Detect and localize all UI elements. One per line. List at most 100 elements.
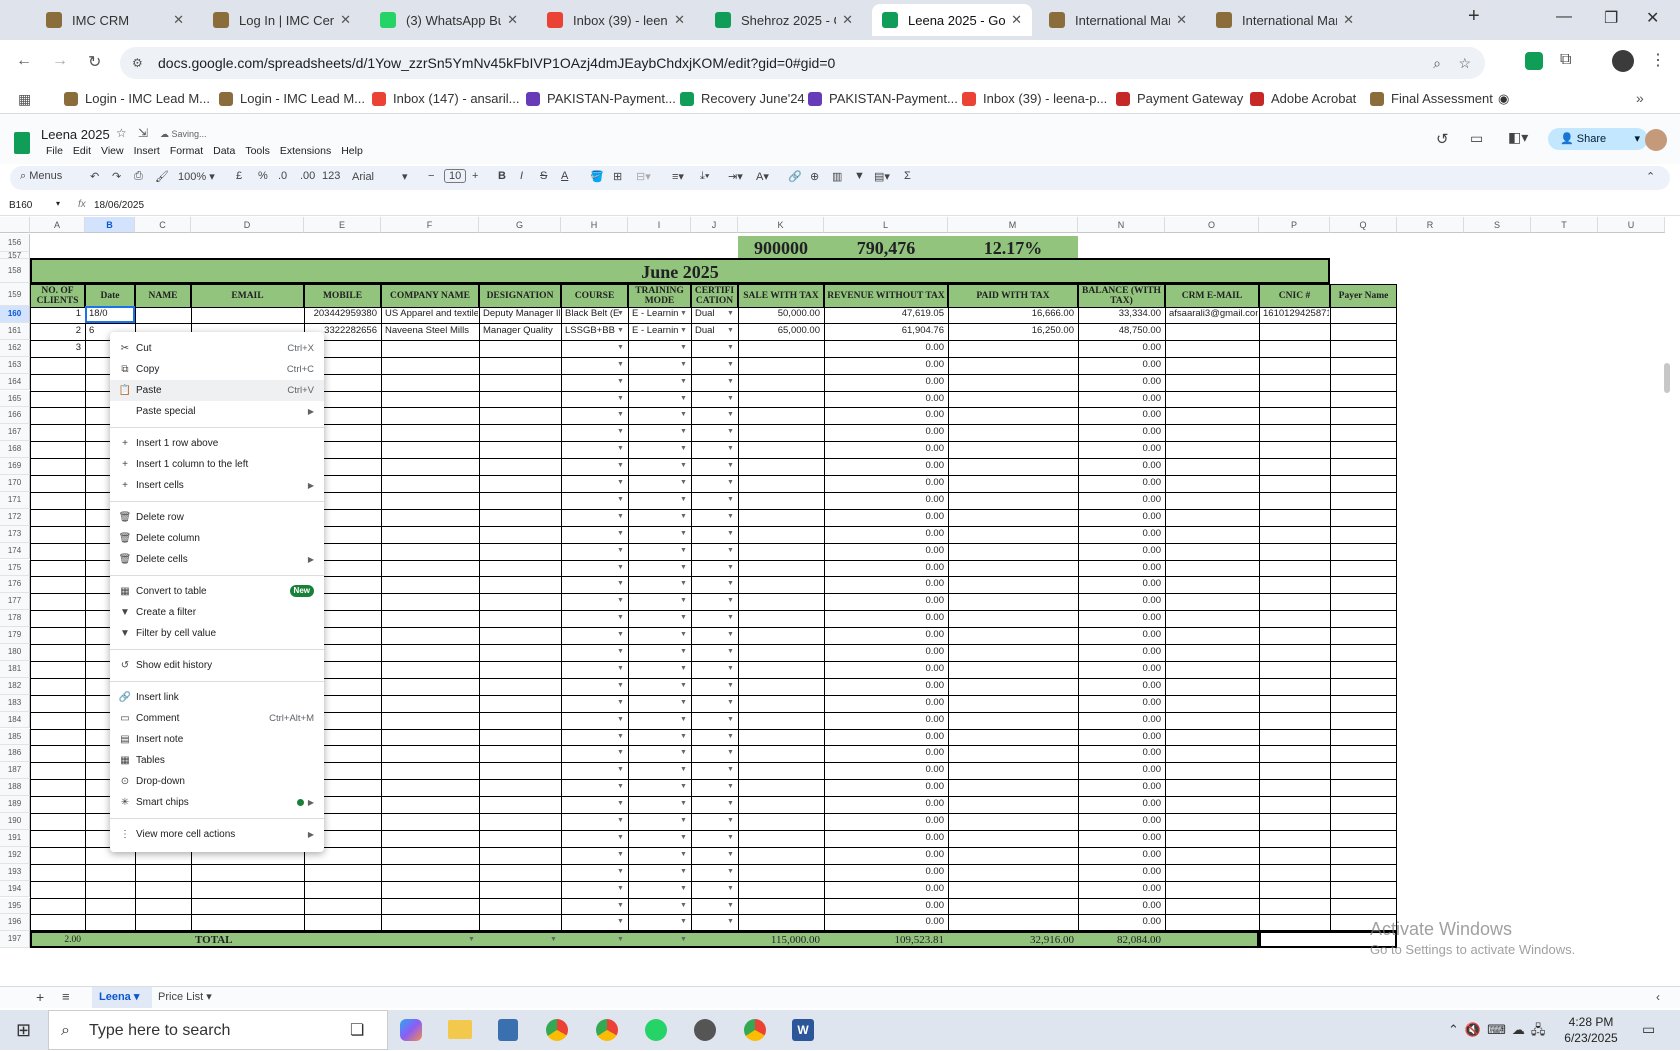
browser-tab[interactable]: Log In | IMC Certific ✕ [203,4,361,36]
cell[interactable]: 0.00 [1079,357,1164,374]
decrease-decimal-button[interactable]: .0 [278,170,287,182]
total-cell[interactable]: 82,084.00 [1079,932,1164,948]
dropdown-arrow-icon[interactable]: ▼ [617,395,624,402]
column-title[interactable]: NO. OF CLIENTS [30,284,85,308]
column-header-h[interactable]: H [561,217,628,233]
cell[interactable]: 0.00 [825,847,947,864]
cell[interactable]: 0.00 [1079,492,1164,509]
menu-item-delete-row[interactable]: 🗑 Delete row [110,507,324,528]
cell[interactable]: 0.00 [825,644,947,661]
zoom-select[interactable]: 100% ▾ [178,170,215,183]
copilot-icon[interactable] [400,1019,422,1041]
reload-icon[interactable]: ↻ [88,52,101,72]
cell[interactable]: 0.00 [1079,509,1164,526]
puzzle-icon[interactable]: ⧉ [1560,51,1571,69]
column-title[interactable]: CNIC # [1259,284,1330,308]
row-header[interactable]: 162 [0,339,30,357]
cell[interactable]: 0.00 [825,864,947,881]
column-header-q[interactable]: Q [1330,217,1397,233]
dropdown-arrow-icon[interactable]: ▼ [680,597,687,604]
cell[interactable]: 0.00 [1079,526,1164,543]
total-cell[interactable]: 32,916.00 [949,932,1077,948]
cell[interactable]: 0.00 [825,391,947,408]
cell[interactable]: 0.00 [825,796,947,813]
menu-help[interactable]: Help [336,145,368,157]
tab-close-icon[interactable]: ✕ [340,12,351,28]
row-header[interactable]: 180 [0,644,30,661]
cell[interactable]: 0.00 [825,661,947,678]
dropdown-arrow-icon[interactable]: ▼ [727,682,734,689]
dropdown-arrow-icon[interactable]: ▼ [617,445,624,452]
cell[interactable]: 0.00 [1079,627,1164,644]
dropdown-arrow-icon[interactable]: ▼ [680,665,687,672]
dropdown-arrow-icon[interactable]: ▼ [727,716,734,723]
file-explorer-icon[interactable] [448,1020,472,1039]
dropdown-arrow-icon[interactable]: ▼ [680,580,687,587]
dropdown-arrow-icon[interactable]: ▼ [617,817,624,824]
menu-item-show-edit-history[interactable]: ↺ Show edit history [110,655,324,676]
comments-icon[interactable]: ▭ [1470,130,1483,147]
row-header[interactable]: 168 [0,441,30,459]
tab-close-icon[interactable]: ✕ [1176,12,1187,28]
dropdown-arrow-icon[interactable]: ▼ [617,682,624,689]
dropdown-arrow-icon[interactable]: ▼ [680,462,687,469]
dropdown-arrow-icon[interactable]: ▼ [680,327,687,334]
menu-item-more-cell-actions[interactable]: ⋮ View more cell actions ▶ [110,824,324,845]
cell[interactable] [1260,340,1329,357]
dropdown-arrow-icon[interactable]: ▼ [727,648,734,655]
column-header-i[interactable]: I [628,217,691,233]
dropdown-arrow-icon[interactable]: ▼ [617,597,624,604]
cell[interactable]: 0.00 [1079,610,1164,627]
cell[interactable]: 0.00 [825,509,947,526]
column-header-c[interactable]: C [135,217,191,233]
cell[interactable]: 61,904.76 [825,323,947,340]
tray-icons[interactable]: ⌃🔇⌨☁🖧 [1448,1021,1551,1043]
menu-item-delete-cells[interactable]: 🗑 Delete cells ▶ [110,549,324,570]
wrap-icon[interactable]: ⇥▾ [728,170,743,183]
forward-icon[interactable]: → [52,52,68,70]
dropdown-arrow-icon[interactable]: ▼ [550,936,557,943]
minimize-icon[interactable]: — [1556,8,1572,26]
menu-view[interactable]: View [96,145,129,157]
font-size-input[interactable]: 10 [444,169,467,183]
cell[interactable]: 0.00 [825,678,947,695]
browser-tab[interactable]: Shehroz 2025 - Goo ✕ [705,4,863,36]
dropdown-arrow-icon[interactable]: ▼ [680,428,687,435]
cell[interactable]: 50,000.00 [739,306,823,323]
dropdown-arrow-icon[interactable]: ▼ [680,378,687,385]
cell[interactable]: 0.00 [825,813,947,830]
dropdown-arrow-icon[interactable]: ▼ [468,936,475,943]
cell[interactable]: 0.00 [825,610,947,627]
column-header-g[interactable]: G [479,217,561,233]
cell[interactable]: 0.00 [1079,745,1164,762]
dropdown-arrow-icon[interactable]: ▼ [680,766,687,773]
cell[interactable] [1260,323,1329,340]
cell[interactable]: 0.00 [825,407,947,424]
column-title[interactable]: DESIGNATION [479,284,561,308]
cell[interactable]: 0.00 [825,914,947,931]
dropdown-arrow-icon[interactable]: ▼ [617,716,624,723]
dropdown-arrow-icon[interactable]: ▼ [727,817,734,824]
column-header-p[interactable]: P [1259,217,1330,233]
cell[interactable]: 0.00 [825,627,947,644]
vertical-scrollbar[interactable] [1664,363,1670,393]
cell[interactable]: 0.00 [825,374,947,391]
row-header[interactable]: 157 [0,252,30,260]
history-icon[interactable]: ↺ [1436,130,1449,148]
cell[interactable]: 0.00 [825,779,947,796]
dropdown-arrow-icon[interactable]: ▼ [727,479,734,486]
dropdown-arrow-icon[interactable]: ▼ [617,902,624,909]
bookmark-item[interactable]: Inbox (147) - ansaril... [372,91,519,106]
dropdown-arrow-icon[interactable]: ▼ [617,918,624,925]
column-header-l[interactable]: L [824,217,948,233]
cell[interactable]: 0.00 [1079,712,1164,729]
formula-input[interactable]: 18/06/2025 [94,200,144,211]
cell[interactable] [382,340,478,357]
dropdown-arrow-icon[interactable]: ▼ [727,749,734,756]
browser-tab[interactable]: International Manag ✕ [1039,4,1197,36]
cell[interactable]: 0.00 [1079,441,1164,458]
cell[interactable]: 0.00 [1079,340,1164,357]
cell[interactable]: 0.00 [1079,898,1164,915]
row-header[interactable]: 182 [0,677,30,695]
column-header-u[interactable]: U [1598,217,1665,233]
